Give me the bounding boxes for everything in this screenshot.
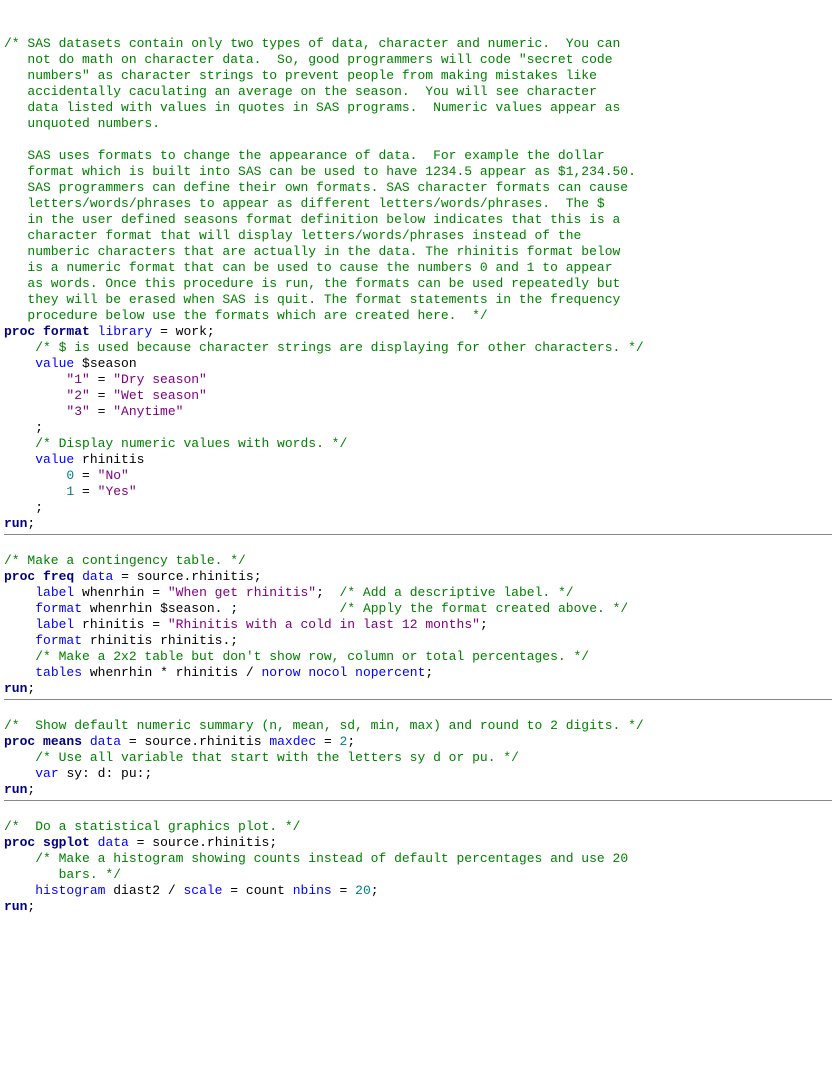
whenrhin-var: whenrhin bbox=[82, 585, 144, 600]
maxdec-opt: maxdec bbox=[269, 734, 316, 749]
scale-opt: scale bbox=[183, 883, 222, 898]
rhin-label-text: "Rhinitis with a cold in last 12 months" bbox=[168, 617, 480, 632]
run-keyword-2: run bbox=[4, 681, 27, 696]
var-keyword: var bbox=[35, 766, 58, 781]
season-format-apply: $season. bbox=[160, 601, 222, 616]
proc-keyword-4: proc bbox=[4, 835, 35, 850]
data-option-3: data bbox=[98, 835, 129, 850]
run-keyword-4: run bbox=[4, 899, 27, 914]
run-keyword-3: run bbox=[4, 782, 27, 797]
dataset-ref: source.rhinitis bbox=[137, 569, 254, 584]
work-lib: work bbox=[176, 324, 207, 339]
season-val-3: "Anytime" bbox=[113, 404, 183, 419]
proc-keyword-2: proc bbox=[4, 569, 35, 584]
dataset-ref-3: source.rhinitis bbox=[152, 835, 269, 850]
divider bbox=[4, 534, 832, 535]
comment-histogram: /* Make a histogram showing counts inste… bbox=[4, 851, 628, 882]
rhinitis-table: rhinitis bbox=[176, 665, 238, 680]
data-option: data bbox=[82, 569, 113, 584]
comment-2x2: /* Make a 2x2 table but don't show row, … bbox=[35, 649, 589, 664]
divider-3 bbox=[4, 800, 832, 801]
whenrhin-table: whenrhin bbox=[90, 665, 152, 680]
nbins-opt: nbins bbox=[293, 883, 332, 898]
season-format-name: $season bbox=[82, 356, 137, 371]
rhinitis-var: rhinitis bbox=[82, 617, 144, 632]
rhinitis-format-name: rhinitis bbox=[82, 452, 144, 467]
comment-dollar: /* $ is used because character strings a… bbox=[35, 340, 644, 355]
comment-contingency: /* Make a contingency table. */ bbox=[4, 553, 246, 568]
means-keyword: means bbox=[43, 734, 82, 749]
nbins-val: 20 bbox=[355, 883, 371, 898]
nocol-opt: nocol bbox=[308, 665, 347, 680]
comment-numeric: /* Display numeric values with words. */ bbox=[35, 436, 347, 451]
comment-intro: /* SAS datasets contain only two types o… bbox=[4, 36, 636, 323]
rhinitis-var-2: rhinitis bbox=[90, 633, 152, 648]
diast2-var: diast2 bbox=[113, 883, 160, 898]
histogram-keyword: histogram bbox=[35, 883, 105, 898]
value-keyword: value bbox=[35, 356, 74, 371]
format-statement: format bbox=[35, 601, 82, 616]
format-statement-2: format bbox=[35, 633, 82, 648]
var-list: sy: d: pu: bbox=[66, 766, 144, 781]
season-key-3: "3" bbox=[66, 404, 89, 419]
proc-keyword: proc bbox=[4, 324, 35, 339]
season-key-1: "1" bbox=[66, 372, 89, 387]
proc-keyword-3: proc bbox=[4, 734, 35, 749]
label-keyword-2: label bbox=[35, 617, 74, 632]
when-label-text: "When get rhinitis" bbox=[168, 585, 316, 600]
label-keyword: label bbox=[35, 585, 74, 600]
divider-2 bbox=[4, 699, 832, 700]
run-keyword: run bbox=[4, 516, 27, 531]
comment-apply: /* Apply the format created above. */ bbox=[340, 601, 629, 616]
comment-label: /* Add a descriptive label. */ bbox=[340, 585, 574, 600]
dataset-ref-2: source.rhinitis bbox=[144, 734, 261, 749]
rhinitis-format-apply: rhinitis. bbox=[160, 633, 230, 648]
library-option: library bbox=[98, 324, 153, 339]
comment-sgplot: /* Do a statistical graphics plot. */ bbox=[4, 819, 300, 834]
format-keyword: format bbox=[43, 324, 90, 339]
sgplot-keyword: sgplot bbox=[43, 835, 90, 850]
whenrhin-var-2: whenrhin bbox=[90, 601, 152, 616]
data-option-2: data bbox=[90, 734, 121, 749]
season-val-2: "Wet season" bbox=[113, 388, 207, 403]
no-val: "No" bbox=[98, 468, 129, 483]
nopercent-opt: nopercent bbox=[355, 665, 425, 680]
comment-means: /* Show default numeric summary (n, mean… bbox=[4, 718, 644, 733]
tables-keyword: tables bbox=[35, 665, 82, 680]
sas-code-block: /* SAS datasets contain only two types o… bbox=[4, 36, 832, 915]
yes-val: "Yes" bbox=[98, 484, 137, 499]
comment-varlist: /* Use all variable that start with the … bbox=[35, 750, 519, 765]
count-val: count bbox=[246, 883, 285, 898]
value-keyword-2: value bbox=[35, 452, 74, 467]
norow-opt: norow bbox=[262, 665, 301, 680]
freq-keyword: freq bbox=[43, 569, 74, 584]
season-val-1: "Dry season" bbox=[113, 372, 207, 387]
season-key-2: "2" bbox=[66, 388, 89, 403]
